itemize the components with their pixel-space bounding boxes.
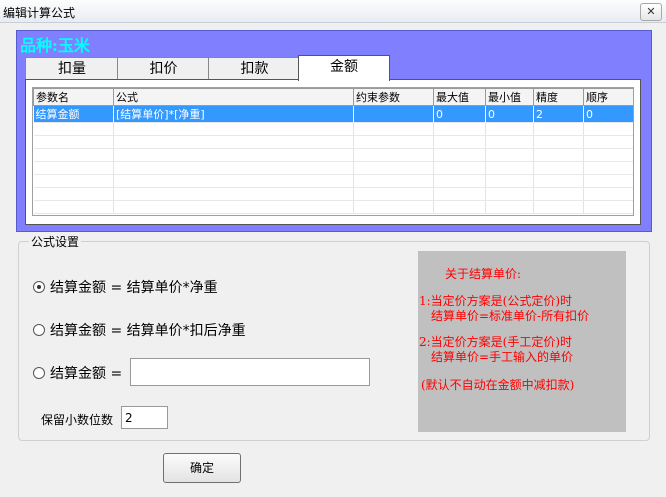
cell-max[interactable]: 0 [433, 105, 486, 123]
cell-param-name[interactable]: 结算金额 [33, 105, 114, 123]
close-button[interactable]: ✕ [640, 3, 662, 21]
empty-row [33, 187, 633, 201]
formula-settings-legend: 公式设置 [29, 233, 82, 250]
option-custom-formula[interactable]: 结算金额 = [33, 365, 122, 383]
cell-min[interactable]: 0 [485, 105, 534, 123]
tab-amount[interactable]: 金额 [298, 55, 390, 81]
radio-unchecked-icon[interactable] [33, 324, 45, 336]
empty-row [33, 161, 633, 175]
title-bar: 编辑计算公式 ✕ [0, 0, 666, 23]
note-line: 结算单价=手工输入的单价 [431, 350, 574, 364]
variety-label: 品种:玉米 [20, 36, 90, 55]
parameter-grid[interactable]: 参数名 公式 约束参数 最大值 最小值 精度 顺序 结算金额 [结算单价]*[净… [32, 87, 634, 216]
empty-row [33, 122, 633, 136]
tab-deduct-quantity[interactable]: 扣量 [25, 57, 119, 80]
column-header-min[interactable]: 最小值 [485, 88, 534, 106]
cell-constraint[interactable] [353, 105, 434, 123]
cell-formula[interactable]: [结算单价]*[净重] [113, 105, 354, 123]
note-title: 关于结算单价: [445, 267, 522, 281]
variety-panel: 品种:玉米 扣量 扣价 扣款 金额 参数名 公式 约束参数 最大值 最小值 精度… [16, 30, 652, 232]
window-title: 编辑计算公式 [3, 6, 76, 20]
option-custom-formula-label: 结算金额 = [50, 366, 123, 382]
column-header-precision[interactable]: 精度 [533, 88, 584, 106]
empty-row [33, 200, 633, 214]
decimals-label: 保留小数位数 [41, 413, 114, 427]
column-header-constraint[interactable]: 约束参数 [353, 88, 434, 106]
column-header-param-name[interactable]: 参数名 [33, 88, 114, 106]
tab-deduct-price[interactable]: 扣价 [117, 57, 210, 80]
note-line: 结算单价=标准单价-所有扣价 [431, 309, 590, 323]
column-header-max[interactable]: 最大值 [433, 88, 486, 106]
option-net-weight[interactable]: 结算金额 = 结算单价*净重 [33, 279, 218, 297]
cell-order[interactable]: 0 [583, 105, 633, 123]
radio-unchecked-icon[interactable] [33, 367, 45, 379]
option-net-weight-label: 结算金额 = 结算单价*净重 [50, 280, 218, 296]
radio-checked-icon[interactable] [33, 281, 45, 293]
grid-header-row: 参数名 公式 约束参数 最大值 最小值 精度 顺序 [33, 88, 633, 106]
column-header-order[interactable]: 顺序 [583, 88, 633, 106]
empty-row [33, 135, 633, 149]
option-deducted-net-weight-label: 结算金额 = 结算单价*扣后净重 [50, 323, 246, 339]
note-line: (默认不自动在金额中减扣款) [421, 378, 575, 392]
ok-button[interactable]: 确定 [163, 453, 241, 483]
cell-precision[interactable]: 2 [533, 105, 584, 123]
decimals-input[interactable]: 2 [121, 406, 168, 429]
option-deducted-net-weight[interactable]: 结算金额 = 结算单价*扣后净重 [33, 322, 246, 340]
tab-deduct-payment[interactable]: 扣款 [208, 57, 301, 80]
table-row[interactable]: 结算金额 [结算单价]*[净重] 0 0 2 0 [33, 105, 633, 123]
tab-panel-amount: 参数名 公式 约束参数 最大值 最小值 精度 顺序 结算金额 [结算单价]*[净… [25, 79, 641, 225]
custom-formula-input[interactable] [130, 358, 370, 386]
empty-row [33, 174, 633, 188]
empty-row [33, 148, 633, 162]
unit-price-note: 关于结算单价: 1:当定价方案是(公式定价)时 结算单价=标准单价-所有扣价 2… [418, 251, 626, 432]
column-header-formula[interactable]: 公式 [113, 88, 354, 106]
